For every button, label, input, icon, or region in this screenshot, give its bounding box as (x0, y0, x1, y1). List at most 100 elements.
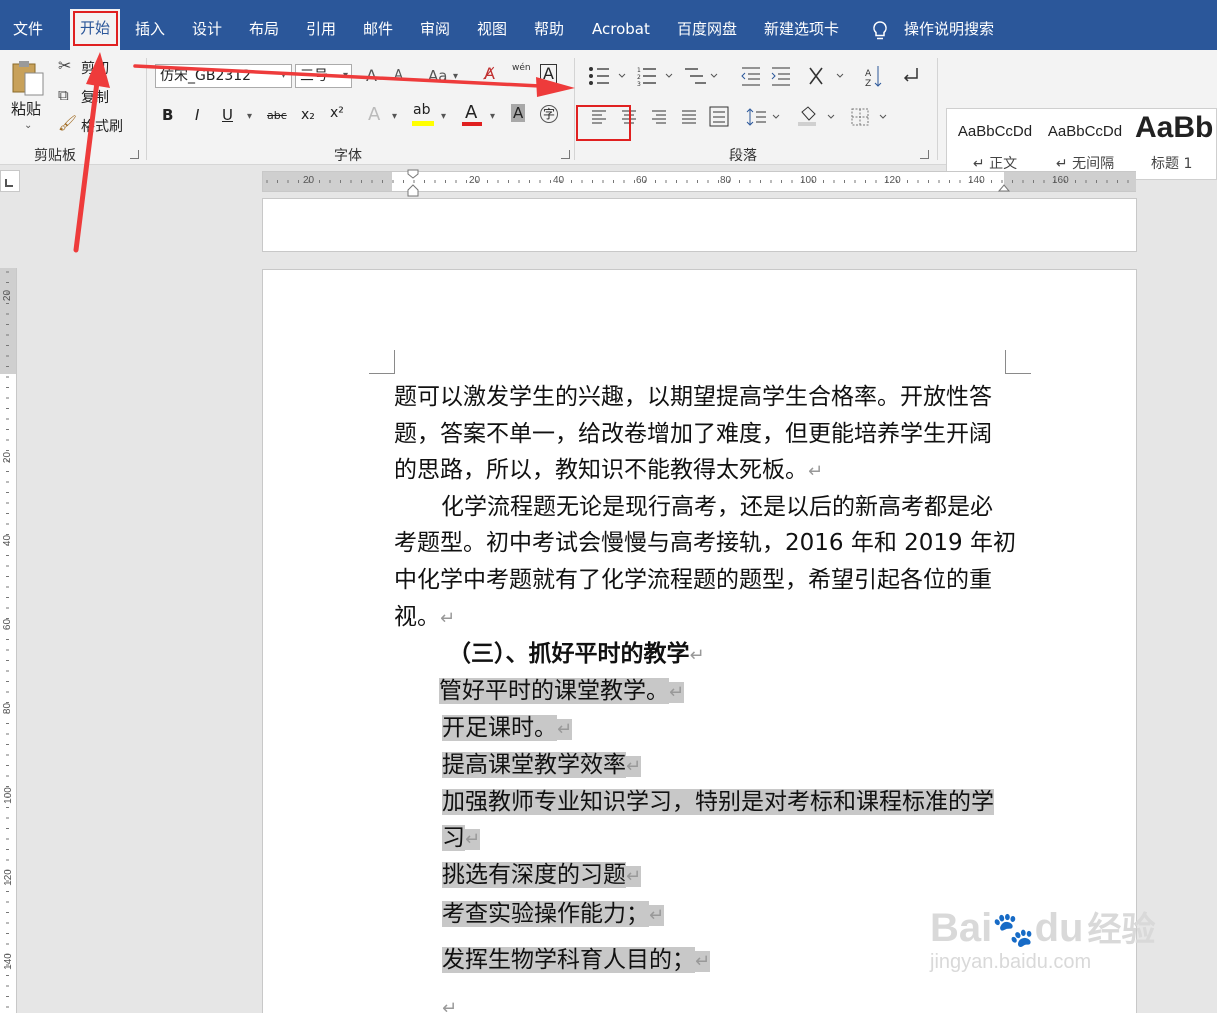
font-name-dropdown-icon[interactable]: ▾ (281, 70, 286, 81)
font-name-select[interactable]: 仿宋_GB2312 (155, 64, 292, 88)
tab-file[interactable]: 文件 (13, 18, 43, 40)
clear-formatting-icon[interactable]: A̸ (484, 64, 495, 83)
sort-icon: AZ (865, 66, 882, 89)
justify-icon (682, 110, 696, 124)
paste-dropdown-icon[interactable]: ⌄ (24, 120, 32, 131)
group-separator (574, 58, 575, 160)
copy-button[interactable]: 复制 (81, 87, 109, 107)
tab-view[interactable]: 视图 (477, 18, 507, 40)
paragraph-line[interactable]: 的思路，所以，教知识不能教得太死板。↵ (394, 453, 823, 487)
empty-paragraph[interactable]: ↵ (442, 990, 457, 1013)
selected-line[interactable]: 习↵ (442, 821, 481, 855)
selected-line[interactable]: 提高课堂教学效率↵ (442, 748, 642, 782)
tab-design[interactable]: 设计 (192, 18, 222, 40)
selected-line[interactable]: 考查实验操作能力；↵ (442, 897, 665, 931)
cut-button[interactable]: 剪切 (81, 58, 109, 78)
lightbulb-icon (873, 21, 887, 40)
underline-dropdown-icon[interactable]: ▾ (247, 111, 252, 122)
font-size-dropdown-icon[interactable]: ▾ (343, 70, 348, 81)
underline-button[interactable]: U (222, 106, 233, 124)
borders-icon (851, 108, 887, 126)
font-color-dropdown-icon[interactable]: ▾ (490, 111, 495, 122)
enclose-characters-button[interactable]: 字 (540, 105, 558, 123)
selected-line[interactable]: 开足课时。↵ (442, 711, 573, 745)
tab-references[interactable]: 引用 (306, 18, 336, 40)
distributed-icon (709, 106, 729, 127)
section-heading[interactable]: （三）、抓好平时的教学↵ (448, 637, 705, 671)
subscript-button[interactable]: x₂ (301, 107, 315, 123)
style-heading-1[interactable]: AaBb 标题 1 (1131, 109, 1217, 179)
character-border-button[interactable]: A (540, 64, 557, 84)
paragraph-line[interactable]: 题，答案不单一，给改卷增加了难度，但更能培养学生开阔 (394, 417, 992, 451)
paste-button[interactable]: 粘贴 (11, 98, 41, 119)
superscript-button[interactable]: x² (330, 105, 344, 121)
ruler-number: 120 (884, 175, 901, 186)
font-group-label: 字体 (334, 148, 362, 164)
phonetic-guide-button[interactable]: wén (512, 63, 531, 73)
text-effects-button[interactable]: A (368, 104, 380, 125)
shading-icon (798, 106, 835, 126)
annotation-highlight-bullets-button (576, 105, 631, 141)
selected-line[interactable]: 发挥生物学科育人目的；↵ (442, 943, 711, 977)
change-case-button[interactable]: Aa (428, 67, 447, 85)
paragraph-line[interactable]: 考题型。初中考试会慢慢与高考接轨，2016 年和 2019 年初 (394, 526, 1016, 560)
tab-review[interactable]: 审阅 (420, 18, 450, 40)
ruler-number: 60 (2, 618, 14, 631)
ruler-number: 140 (968, 175, 985, 186)
styles-gallery: AaBbCcDd ↵ 正文 AaBbCcDd ↵ 无间隔 AaBb 标题 1 (946, 108, 1217, 180)
paragraph-line[interactable]: 化学流程题无论是现行高考，还是以后的新高考都是必 (441, 490, 993, 524)
ruler-number: 140 (2, 953, 14, 970)
character-shading-button[interactable]: A (511, 104, 526, 122)
tab-selector[interactable] (0, 170, 20, 192)
tab-help[interactable]: 帮助 (534, 18, 564, 40)
tab-layout[interactable]: 布局 (249, 18, 279, 40)
paste-icon[interactable] (10, 58, 46, 98)
tab-mailings[interactable]: 邮件 (363, 18, 393, 40)
bold-button[interactable]: B (162, 106, 173, 124)
highlight-button[interactable]: ab (413, 102, 430, 118)
strikethrough-button[interactable]: abc (267, 109, 287, 122)
paw-icon: 🐾 (992, 911, 1035, 949)
scissors-icon: ✂ (58, 56, 72, 75)
clipboard-launcher-icon[interactable] (130, 150, 139, 159)
highlight-dropdown-icon[interactable]: ▾ (441, 111, 446, 122)
style-no-spacing[interactable]: AaBbCcDd ↵ 无间隔 (1041, 109, 1129, 179)
selected-line[interactable]: 加强教师专业知识学习，特别是对考标和课程标准的学 (442, 785, 994, 819)
paragraph-line[interactable]: 视。↵ (394, 600, 455, 634)
ruler-number: 40 (553, 175, 565, 186)
horizontal-ruler[interactable]: 20 20 40 60 80 100 120 140 160 (262, 169, 1136, 197)
tab-acrobat[interactable]: Acrobat (592, 18, 650, 40)
format-painter-button[interactable]: 格式刷 (81, 116, 123, 136)
multilevel-list-icon (685, 68, 718, 84)
italic-button[interactable]: I (195, 106, 199, 124)
ruler-number: 80 (720, 175, 732, 186)
document-page-previous (262, 198, 1137, 252)
search-box[interactable]: 操作说明搜索 (904, 18, 994, 40)
change-case-dropdown-icon[interactable]: ▾ (453, 71, 458, 82)
crop-mark (393, 350, 395, 374)
selected-line[interactable]: 管好平时的课堂教学。↵ (439, 674, 685, 708)
line-spacing-icon (746, 108, 780, 126)
indent-markers-icon[interactable] (406, 168, 420, 198)
vertical-ruler[interactable]: 20 20 40 60 80 100 120 140 (0, 268, 17, 1013)
text-effects-dropdown-icon[interactable]: ▾ (392, 111, 397, 122)
tab-new[interactable]: 新建选项卡 (764, 18, 839, 40)
selected-line[interactable]: 挑选有深度的习题↵ (442, 858, 642, 892)
style-normal[interactable]: AaBbCcDd ↵ 正文 (951, 109, 1039, 179)
shrink-font-button[interactable]: A (394, 68, 403, 83)
ruler-number: 100 (2, 787, 14, 804)
highlight-color-bar (412, 121, 434, 126)
tab-insert[interactable]: 插入 (135, 18, 165, 40)
font-launcher-icon[interactable] (561, 150, 570, 159)
tab-baidu-netdisk[interactable]: 百度网盘 (677, 18, 737, 40)
grow-font-button[interactable]: A (366, 66, 377, 85)
paragraph-launcher-icon[interactable] (920, 150, 929, 159)
ruler-number: 40 (2, 534, 14, 547)
align-right-icon (652, 110, 666, 124)
paragraph-line[interactable]: 中化学中考题就有了化学流程题的题型，希望引起各位的重 (394, 563, 992, 597)
paragraph-line[interactable]: 题可以激发学生的兴趣，以期望提高学生合格率。开放性答 (394, 380, 992, 414)
right-indent-marker-icon[interactable] (997, 181, 1011, 195)
increase-indent-icon (771, 67, 790, 86)
font-color-button[interactable]: A (465, 102, 477, 123)
crop-mark (1005, 350, 1007, 374)
